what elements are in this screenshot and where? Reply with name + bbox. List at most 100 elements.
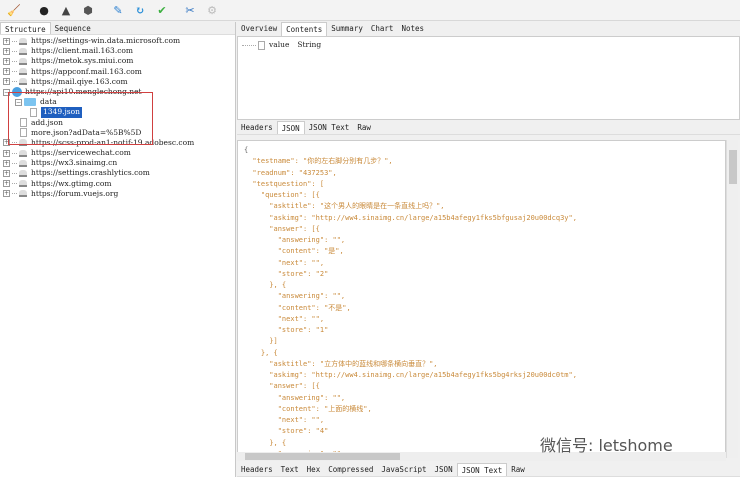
- settings-icon[interactable]: ⚙: [203, 2, 221, 18]
- tree-item[interactable]: + https://servicewechat.com: [0, 148, 235, 158]
- tab-headers[interactable]: Headers: [237, 121, 277, 134]
- tree-line: [12, 173, 17, 175]
- pen-icon[interactable]: ✎: [109, 2, 127, 18]
- json-text-view[interactable]: { "testname": "你的左右脚分别有几步？", "readnum": …: [237, 140, 726, 458]
- stop-icon[interactable]: ⬢: [79, 2, 97, 18]
- tab-sequence[interactable]: Sequence: [51, 22, 95, 34]
- tab-text[interactable]: Text: [277, 463, 303, 476]
- json-line: "answer": [{: [244, 224, 320, 233]
- tab-contents[interactable]: Contents: [281, 22, 328, 36]
- expand-icon[interactable]: +: [3, 78, 10, 86]
- tree-item[interactable]: + https://wx.gtimg.com: [0, 179, 235, 189]
- tools-icon[interactable]: ✂: [181, 2, 199, 18]
- tab-raw[interactable]: Raw: [353, 121, 375, 134]
- expand-icon[interactable]: +: [3, 68, 10, 76]
- tab-hex[interactable]: Hex: [303, 463, 325, 476]
- tree-item[interactable]: + https://metok.sys.miui.com: [0, 56, 235, 66]
- refresh-icon[interactable]: ↻: [131, 2, 149, 18]
- turtle-icon[interactable]: ▲: [57, 2, 75, 18]
- tree-item-label: https://settings-win.data.microsoft.com: [31, 36, 181, 45]
- expand-icon[interactable]: +: [3, 159, 10, 167]
- tree-item[interactable]: + https://appconf.mail.163.com: [0, 67, 235, 77]
- tab-raw[interactable]: Raw: [507, 463, 529, 476]
- json-line: "question": [{: [244, 191, 320, 199]
- tree-line: [12, 152, 17, 154]
- highlight-box: [8, 92, 153, 145]
- json-line: "answer": [{: [244, 382, 320, 391]
- json-line: "answering": "",: [244, 393, 346, 402]
- vertical-scrollbar[interactable]: [726, 140, 738, 458]
- tab-summary[interactable]: Summary: [327, 22, 367, 36]
- tab-overview[interactable]: Overview: [237, 22, 281, 36]
- tab-chart[interactable]: Chart: [367, 22, 398, 36]
- tab-headers[interactable]: Headers: [237, 463, 277, 476]
- tab-json-text[interactable]: JSON Text: [456, 463, 508, 476]
- tab-notes[interactable]: Notes: [397, 22, 428, 36]
- tree-line: [12, 71, 17, 73]
- check-icon[interactable]: ✔: [153, 2, 171, 18]
- json-line: "next": "",: [244, 258, 325, 267]
- file-icon: [258, 40, 265, 50]
- expand-icon[interactable]: +: [3, 190, 10, 198]
- host-icon: [19, 37, 27, 45]
- tab-compressed[interactable]: Compressed: [324, 463, 377, 476]
- tab-structure[interactable]: Structure: [0, 22, 51, 34]
- tree-item-label: https://settings.crashlytics.com: [31, 168, 150, 178]
- json-line: "answering": "",: [244, 292, 346, 301]
- tab-json[interactable]: JSON: [431, 463, 457, 476]
- tree-item[interactable]: + https://forum.vuejs.org: [0, 189, 235, 199]
- json-line: "answering": "",: [244, 236, 346, 244]
- json-line: "asktitle": "立方体中的蓝线和哪条横向垂直？",: [244, 359, 438, 368]
- tree-item[interactable]: + https://settings-win.data.microsoft.com: [0, 36, 235, 46]
- host-icon: [19, 68, 27, 76]
- host-icon: [19, 78, 27, 86]
- broom-icon[interactable]: 🧹: [5, 2, 23, 18]
- tree-item-label: https://mail.qiye.163.com: [31, 76, 128, 86]
- tree-line: [12, 183, 17, 185]
- expand-icon[interactable]: +: [3, 57, 10, 65]
- expand-icon[interactable]: +: [3, 149, 10, 157]
- json-line: }]: [244, 337, 278, 346]
- json-line: }, {: [244, 281, 287, 289]
- json-line: "askimg": "http://ww4.sinaimg.cn/large/a…: [244, 213, 577, 222]
- structure-panel: Structure Sequence + https://settings-win…: [0, 22, 236, 477]
- json-line: "next": "",: [244, 314, 325, 323]
- tree-line: [12, 60, 17, 62]
- tree-item[interactable]: + https://settings.crashlytics.com: [0, 168, 235, 178]
- tab-javascript[interactable]: JavaScript: [377, 463, 430, 476]
- scroll-thumb[interactable]: [729, 150, 737, 184]
- tree-line: [12, 193, 17, 195]
- tree-item-label: https://wx.gtimg.com: [31, 178, 112, 188]
- tree-item[interactable]: + https://mail.qiye.163.com: [0, 77, 235, 87]
- tree-item[interactable]: + https://wx3.sinaimg.cn: [0, 158, 235, 168]
- host-icon: [19, 180, 27, 188]
- expand-icon[interactable]: +: [3, 170, 10, 178]
- contents-name: value: [269, 40, 290, 49]
- json-line: "readnum": "437253",: [244, 168, 337, 177]
- json-line: "store": "2": [244, 269, 329, 278]
- json-line: "testname": "你的左右脚分别有几步？",: [244, 157, 393, 166]
- tree-line: [12, 40, 17, 42]
- json-line: "store": "1": [244, 326, 329, 334]
- json-line: "next": "",: [244, 416, 325, 424]
- tree-item[interactable]: + https://client.mail.163.com: [0, 46, 235, 56]
- host-icon: [19, 159, 27, 167]
- json-line: "content": "上面的横线",: [244, 404, 372, 413]
- watermark: 微信号: letshome: [540, 436, 673, 455]
- expand-icon[interactable]: +: [3, 180, 10, 188]
- contents-type: String: [297, 40, 322, 49]
- tree-line: [12, 50, 17, 52]
- contents-row[interactable]: value String: [238, 40, 739, 50]
- tab-json[interactable]: JSON: [276, 121, 305, 134]
- tab-json-text[interactable]: JSON Text: [305, 121, 354, 134]
- expand-icon[interactable]: +: [3, 37, 10, 45]
- host-icon: [19, 57, 27, 65]
- request-tabs: Headers JSON JSON Text Raw: [237, 121, 740, 135]
- host-icon: [19, 190, 27, 198]
- json-line: "content": "是",: [244, 247, 344, 256]
- scroll-thumb[interactable]: [245, 453, 400, 460]
- record-icon[interactable]: ●: [35, 2, 53, 18]
- host-icon: [19, 149, 27, 157]
- expand-icon[interactable]: +: [3, 47, 10, 55]
- tree-item-label: https://forum.vuejs.org: [31, 188, 119, 198]
